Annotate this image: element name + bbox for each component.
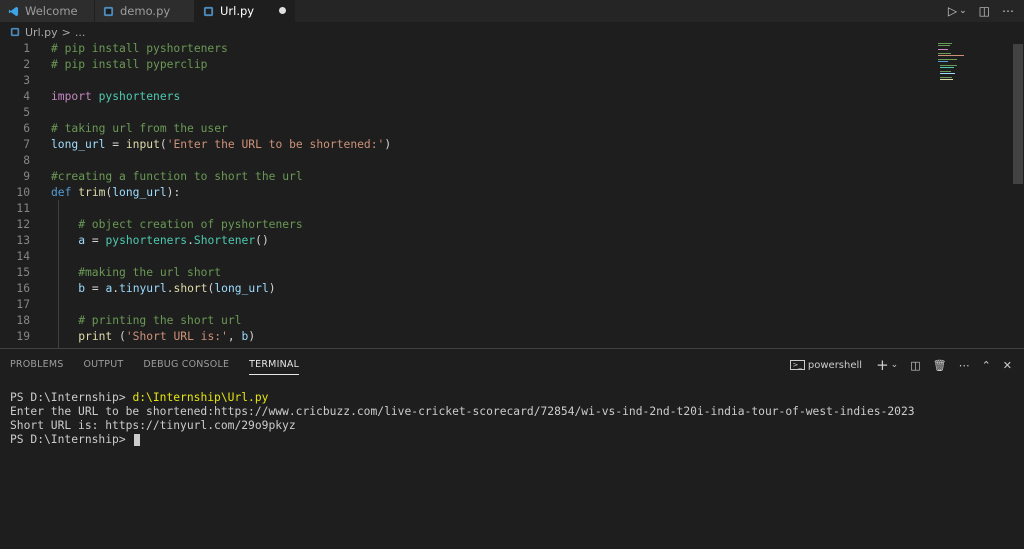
code-line[interactable]: 19 print ('Short URL is:', b) [0, 329, 1000, 345]
code-line[interactable]: 12 # object creation of pyshorteners [0, 217, 1000, 233]
line-number: 9 [23, 170, 30, 183]
chevron-down-icon[interactable]: ⌄ [891, 360, 899, 370]
code-text: # pip install pyshorteners [51, 42, 228, 55]
line-number: 2 [23, 58, 30, 71]
python-icon [103, 6, 114, 16]
line-number: 3 [23, 74, 30, 87]
code-line[interactable]: 17 [0, 297, 1000, 313]
line-number: 4 [23, 90, 30, 103]
terminal-icon: >_ [789, 360, 805, 370]
code-line[interactable]: 15 #making the url short [0, 265, 1000, 281]
code-line[interactable]: 4 import pyshorteners [0, 89, 1000, 105]
run-icon[interactable]: ▷ [948, 4, 957, 18]
line-number: 10 [16, 186, 30, 199]
unsaved-dot-icon[interactable] [279, 7, 286, 14]
code-line[interactable]: 6 # taking url from the user [0, 121, 1000, 137]
line-number: 16 [16, 282, 30, 295]
code-text: print ('Short URL is:', b) [78, 330, 256, 343]
code-line[interactable]: 16 b = a.tinyurl.short(long_url) [0, 281, 1000, 297]
line-number: 6 [23, 122, 30, 135]
line-number: 12 [16, 218, 30, 231]
code-text: def trim(long_url): [51, 186, 181, 199]
line-number: 8 [23, 154, 30, 167]
breadcrumb-file[interactable]: Url.py [25, 26, 58, 39]
code-line[interactable]: 14 [0, 249, 1000, 265]
tab-debug-console[interactable]: DEBUG CONSOLE [143, 349, 229, 381]
trash-icon[interactable]: 🗑 [933, 359, 947, 372]
code-line[interactable]: 3 [0, 73, 1000, 89]
code-line[interactable]: 9 #creating a function to short the url [0, 169, 1000, 185]
line-number: 1 [23, 42, 30, 55]
code-line[interactable]: 18 # printing the short url [0, 313, 1000, 329]
tab-demo-py[interactable]: demo.py [95, 0, 195, 22]
line-number: 11 [16, 202, 30, 215]
minimap[interactable] [936, 42, 986, 82]
tab-label: demo.py [120, 4, 171, 18]
tab-terminal[interactable]: TERMINAL [249, 349, 299, 381]
tab-welcome[interactable]: Welcome [0, 0, 95, 22]
code-text: long_url = input('Enter the URL to be sh… [51, 138, 392, 151]
python-icon [203, 6, 214, 16]
code-text: # pip install pyperclip [51, 58, 208, 71]
code-text: # printing the short url [51, 314, 242, 327]
maximize-panel-icon[interactable]: ⌃ [982, 359, 991, 372]
split-editor-icon[interactable]: ◫ [979, 4, 990, 18]
breadcrumb-separator: > [61, 25, 71, 39]
breadcrumb: Url.py > ... [0, 22, 1024, 42]
code-line[interactable]: 11 [0, 201, 1000, 217]
tab-url-py[interactable]: Url.py [195, 0, 295, 22]
code-line[interactable]: 1 # pip install pyshorteners [0, 42, 1000, 57]
line-number: 14 [16, 250, 30, 263]
tab-label: Url.py [220, 4, 255, 18]
split-terminal-icon[interactable]: ◫ [910, 359, 920, 372]
code-text: #creating a function to short the url [51, 170, 303, 183]
code-text: # object creation of pyshorteners [51, 218, 303, 231]
line-number: 5 [23, 106, 30, 119]
code-line[interactable]: 10 def trim(long_url): [0, 185, 1000, 201]
terminal-prompt: PS D:\Internship> [10, 433, 133, 446]
terminal-command: d:\Internship\Url.py [132, 391, 269, 404]
line-number: 17 [16, 298, 30, 311]
code-text: #making the url short [51, 266, 222, 279]
editor-scroll-thumb[interactable] [1013, 44, 1023, 184]
bottom-panel: PROBLEMS OUTPUT DEBUG CONSOLE TERMINAL >… [0, 348, 1024, 549]
tab-problems[interactable]: PROBLEMS [10, 349, 63, 381]
code-line[interactable]: 7 long_url = input('Enter the URL to be s… [0, 137, 1000, 153]
line-number: 19 [16, 330, 30, 343]
new-terminal-icon[interactable]: + [876, 356, 889, 374]
more-actions-icon[interactable]: ⋯ [959, 359, 970, 372]
line-number: 18 [16, 314, 30, 327]
line-number: 13 [16, 234, 30, 247]
code-line[interactable]: 5 [0, 105, 1000, 121]
code-line[interactable]: 8 [0, 153, 1000, 169]
terminal-output[interactable]: PS D:\Internship> d:\Internship\Url.py En… [10, 391, 915, 447]
python-icon [10, 27, 20, 37]
terminal-line: Short URL is: https://tinyurl.com/29o9pk… [10, 419, 296, 432]
panel-actions: >_ powershell + ⌄ ◫ 🗑 ⋯ ⌃ ✕ [784, 349, 1024, 381]
close-icon[interactable]: ✕ [1003, 359, 1012, 372]
chevron-down-icon[interactable]: ⌄ [959, 6, 967, 16]
code-text: a = pyshorteners.Shortener() [78, 234, 269, 247]
vscode-icon [8, 6, 19, 16]
panel-tabs: PROBLEMS OUTPUT DEBUG CONSOLE TERMINAL [0, 349, 309, 381]
code-editor[interactable]: 1 # pip install pyshorteners 2 # pip instal… [0, 42, 1012, 348]
code-line[interactable]: 13 a = pyshorteners.Shortener() [0, 233, 1000, 249]
code-text: import pyshorteners [51, 90, 181, 103]
terminal-cursor [134, 434, 141, 446]
code-text: # taking url from the user [51, 122, 228, 135]
tab-output[interactable]: OUTPUT [83, 349, 123, 381]
terminal-prompt: PS D:\Internship> [10, 391, 133, 404]
line-number: 7 [23, 138, 30, 151]
line-number: 15 [16, 266, 30, 279]
shell-label[interactable]: powershell [808, 360, 862, 371]
code-text: b = a.tinyurl.short(long_url) [78, 282, 276, 295]
breadcrumb-more[interactable]: ... [75, 26, 86, 39]
tab-bar: Welcome demo.py Url.py ▷ ⌄ ◫ ⋯ [0, 0, 1024, 22]
tab-label: Welcome [25, 4, 78, 18]
more-actions-icon[interactable]: ⋯ [1002, 4, 1014, 18]
code-line[interactable]: 2 # pip install pyperclip [0, 57, 1000, 73]
terminal-line: Enter the URL to be shortened:https://ww… [10, 405, 915, 418]
editor-actions: ▷ ⌄ ◫ ⋯ [942, 0, 1024, 22]
